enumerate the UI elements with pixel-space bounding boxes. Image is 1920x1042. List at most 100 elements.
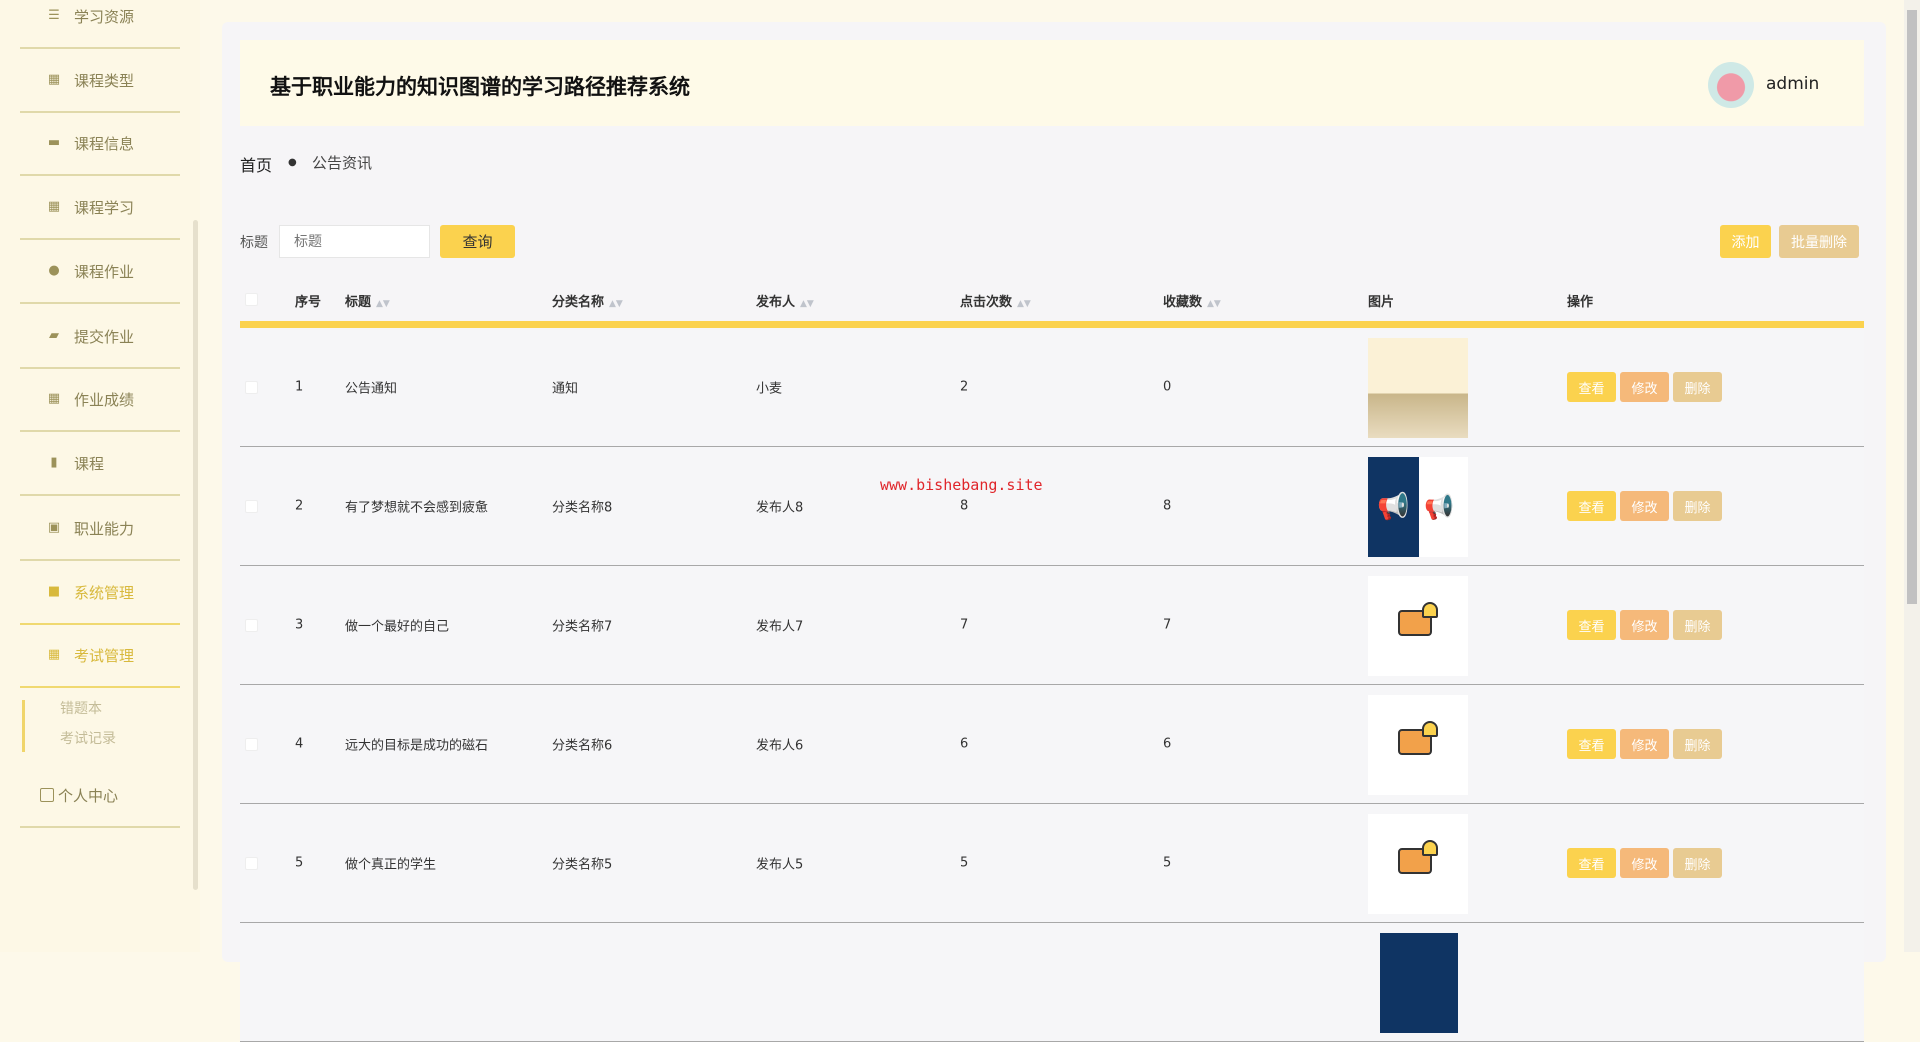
sidebar: ☰ 学习资源 ▦ 课程类型 ▬ 课程信息 ▦ 课程学习 ● 课程作业 ▰ 提交作业 ▦ 作业成绩 ▮ 课程 ▣ 职… [0,0,200,952]
view-button[interactable]: 查看 [1567,729,1616,759]
add-button[interactable]: 添加 [1720,225,1771,258]
book-image [1368,338,1468,438]
table-row [240,923,1864,1042]
bar-chart-icon: ▮ [50,455,58,470]
sidebar-item-8[interactable]: ▣ 职业能力 [20,497,180,561]
edit-button[interactable]: 修改 [1620,729,1669,759]
edit-button[interactable]: 修改 [1620,491,1669,521]
delete-button[interactable]: 删除 [1673,491,1722,521]
cell-clicks: 6 [960,736,969,752]
batch-delete-button[interactable]: 批量删除 [1779,225,1859,258]
page-scrollbar[interactable] [1904,0,1920,952]
sidebar-item-personal-center[interactable]: 个人中心 [20,764,180,828]
column-label: 发布人 [756,295,796,310]
cell-publisher: 发布人5 [756,857,804,873]
column-header: 操作 [1567,291,1593,310]
sidebar-item-7[interactable]: ▮ 课程 [20,432,180,496]
submenu-line [22,700,25,752]
app-title: 基于职业能力的知识图谱的学习路径推荐系统 [270,75,690,99]
sidebar-item-10[interactable]: ▦ 考试管理 [20,624,180,688]
sidebar-item-9[interactable]: ■ 系统管理 [20,561,180,625]
cell-title: 公告通知 [345,381,398,397]
sidebar-item-0[interactable]: ☰ 学习资源 [20,0,180,49]
delete-button[interactable]: 删除 [1673,372,1722,402]
sort-icon[interactable]: ▲▼ [1207,299,1221,309]
cell-no: 1 [295,379,304,395]
table-row: 5 做个真正的学生 分类名称5 发布人5 5 5 查看 修改 删除 [240,804,1864,923]
cell-no: 3 [295,617,304,633]
header: 基于职业能力的知识图谱的学习路径推荐系统 admin [240,40,1864,126]
sidebar-item-label: 课程 [74,454,105,473]
grid-icon: ▦ [47,72,61,87]
column-label: 分类名称 [552,295,605,310]
cell-favorites: 0 [1163,379,1172,395]
submenu-item-wrong-questions[interactable]: 错题本 [60,698,102,718]
sidebar-item-label: 个人中心 [58,786,119,805]
column-header[interactable]: 收藏数 ▲▼ [1163,291,1221,310]
sort-icon[interactable]: ▲▼ [376,299,390,309]
sidebar-item-5[interactable]: ▰ 提交作业 [20,305,180,369]
search-button[interactable]: 查询 [440,225,515,258]
breadcrumb-current: 公告资讯 [312,154,373,172]
search-input[interactable] [279,225,430,258]
view-button[interactable]: 查看 [1567,372,1616,402]
cell-favorites: 5 [1163,855,1172,871]
column-label: 序号 [295,295,322,310]
edit-button[interactable]: 修改 [1620,610,1669,640]
delete-button[interactable]: 删除 [1673,610,1722,640]
sort-icon[interactable]: ▲▼ [609,299,623,309]
sidebar-item-label: 学习资源 [74,7,135,26]
column-label: 标题 [345,295,372,310]
breadcrumb-home[interactable]: 首页 [240,152,272,176]
column-header[interactable]: 标题 ▲▼ [345,291,390,310]
sidebar-item-6[interactable]: ▦ 作业成绩 [20,368,180,432]
megaphone-image: 📢 📢 [1368,457,1468,557]
cell-title: 做个真正的学生 [345,857,437,873]
column-label: 操作 [1567,295,1594,310]
sidebar-item-label: 作业成绩 [74,390,135,409]
delete-button[interactable]: 删除 [1673,848,1722,878]
grid-icon: ▦ [47,647,61,662]
table-row: 1 公告通知 通知 小麦 2 0 查看 修改 删除 [240,328,1864,447]
wallet-icon: ▰ [49,328,59,343]
view-button[interactable]: 查看 [1567,491,1616,521]
column-header[interactable]: 发布人 ▲▼ [756,291,814,310]
sidebar-item-3[interactable]: ▦ 课程学习 [20,176,180,240]
submenu-item-exam-records[interactable]: 考试记录 [60,728,116,748]
cell-publisher: 小麦 [756,381,783,397]
cell-category: 分类名称7 [552,619,613,635]
search-label: 标题 [240,235,268,251]
cell-title: 做一个最好的自己 [345,619,450,635]
edit-button[interactable]: 修改 [1620,848,1669,878]
edit-button[interactable]: 修改 [1620,372,1669,402]
view-button[interactable]: 查看 [1567,848,1616,878]
view-button[interactable]: 查看 [1567,610,1616,640]
sidebar-item-2[interactable]: ▬ 课程信息 [20,112,180,176]
row-checkbox[interactable] [245,857,258,870]
sidebar-scrollbar[interactable] [193,220,198,890]
row-checkbox[interactable] [245,381,258,394]
sidebar-item-1[interactable]: ▦ 课程类型 [20,49,180,113]
cell-clicks: 5 [960,855,969,871]
select-all-checkbox[interactable] [245,293,258,306]
grid-icon: ▦ [47,199,61,214]
column-header[interactable]: 分类名称 ▲▼ [552,291,623,310]
cell-title: 远大的目标是成功的磁石 [345,738,489,754]
table-row: 3 做一个最好的自己 分类名称7 发布人7 7 7 查看 修改 删除 [240,566,1864,685]
row-checkbox[interactable] [245,500,258,513]
row-checkbox[interactable] [245,619,258,632]
cell-category: 分类名称5 [552,857,613,873]
column-header[interactable]: 点击次数 ▲▼ [960,291,1031,310]
sort-icon[interactable]: ▲▼ [1017,299,1031,309]
table-row: 4 远大的目标是成功的磁石 分类名称6 发布人6 6 6 查看 修改 删除 [240,685,1864,804]
column-label: 收藏数 [1163,295,1203,310]
sort-icon[interactable]: ▲▼ [800,299,814,309]
avatar[interactable] [1708,62,1754,108]
username[interactable]: admin [1766,74,1819,94]
sidebar-item-label: 课程作业 [74,262,135,281]
cell-no: 4 [295,736,304,752]
delete-button[interactable]: 删除 [1673,729,1722,759]
sidebar-item-label: 职业能力 [74,519,135,538]
sidebar-item-4[interactable]: ● 课程作业 [20,240,180,304]
row-checkbox[interactable] [245,738,258,751]
